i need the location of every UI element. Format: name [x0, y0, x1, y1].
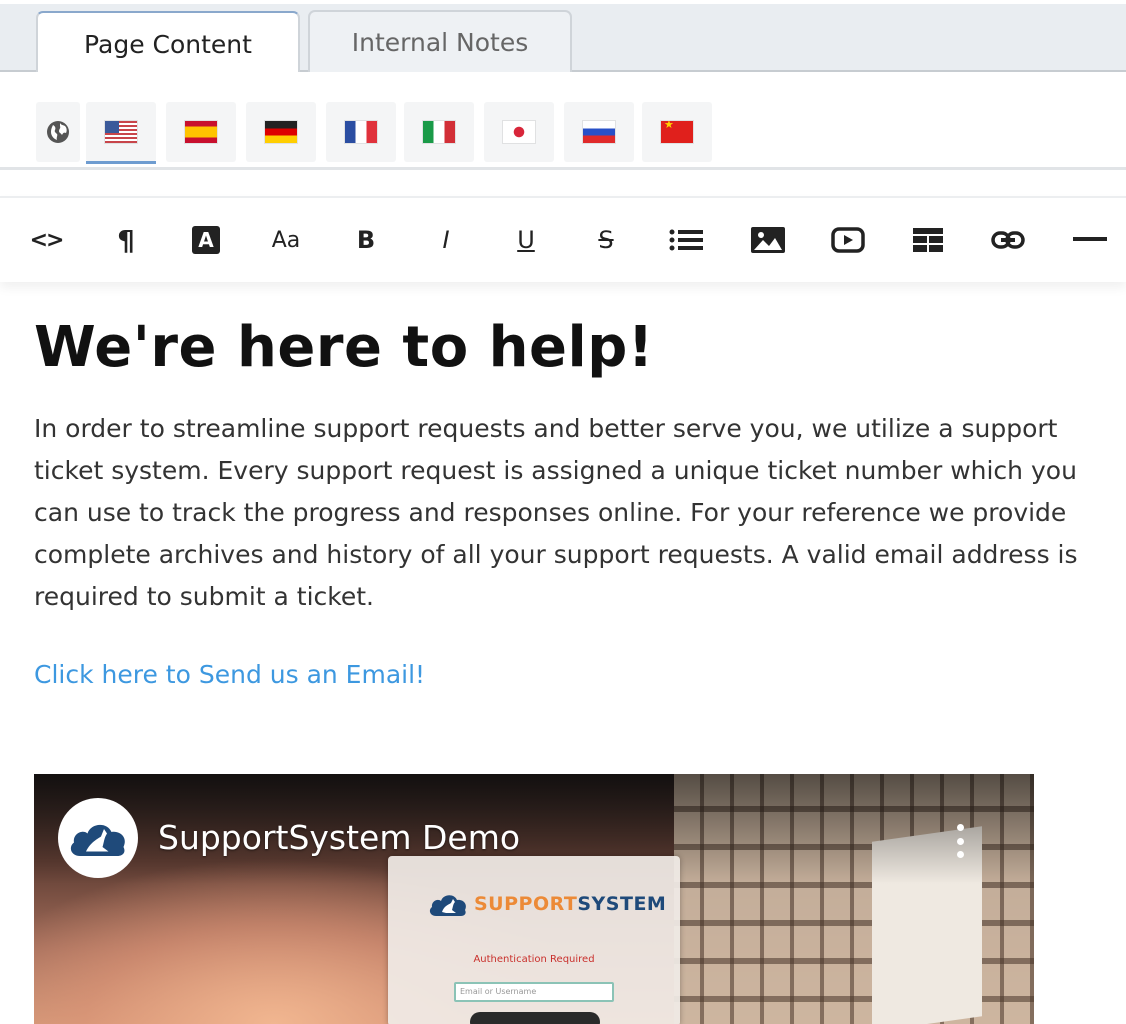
logo-text-system: SYSTEM — [577, 893, 667, 915]
cloud-kangaroo-icon — [429, 895, 466, 916]
horizontal-rule-icon — [1073, 237, 1107, 241]
cloud-kangaroo-icon — [70, 824, 125, 856]
page-heading: We're here to help! — [34, 315, 654, 380]
list-icon — [669, 229, 703, 251]
flag-de-icon — [265, 121, 297, 143]
strikethrough-icon: S — [598, 226, 614, 254]
bold-button[interactable]: B — [342, 216, 390, 264]
language-all[interactable] — [36, 102, 80, 162]
channel-avatar[interactable] — [58, 798, 138, 878]
tab-page-content[interactable]: Page Content — [36, 11, 300, 75]
language-ja[interactable] — [484, 102, 554, 162]
flag-it-icon — [423, 121, 455, 143]
image-button[interactable] — [744, 216, 792, 264]
image-icon — [751, 227, 785, 253]
auth-required-text: Authentication Required — [473, 954, 595, 965]
language-it[interactable] — [404, 102, 474, 162]
thumbnail-email-field: Email or Username — [454, 982, 614, 1002]
code-view-button[interactable]: <> — [22, 216, 70, 264]
language-selector — [0, 72, 1126, 170]
video-more-options-icon[interactable] — [948, 824, 972, 858]
tab-internal-notes[interactable]: Internal Notes — [308, 10, 572, 72]
globe-icon — [47, 121, 69, 143]
language-en[interactable] — [86, 102, 156, 164]
language-de[interactable] — [246, 102, 316, 162]
font-size-icon: Aa — [271, 227, 301, 253]
font-size-button[interactable]: Aa — [262, 216, 310, 264]
language-ru[interactable] — [564, 102, 634, 162]
link-icon — [991, 231, 1025, 249]
bold-icon: B — [356, 226, 376, 254]
strikethrough-button[interactable]: S — [582, 216, 630, 264]
text-color-button[interactable]: A — [182, 216, 230, 264]
underline-button[interactable]: U — [502, 216, 550, 264]
intro-paragraph: In order to streamline support requests … — [34, 414, 1078, 611]
table-button[interactable] — [904, 216, 952, 264]
send-email-link[interactable]: Click here to Send us an Email! — [34, 660, 425, 689]
video-title[interactable]: SupportSystem Demo — [158, 818, 520, 857]
flag-ru-icon — [583, 121, 615, 143]
italic-icon: I — [442, 226, 450, 254]
editor-content[interactable]: We're here to help! In order to streamli… — [34, 310, 1104, 689]
horizontal-rule-button[interactable] — [1066, 216, 1114, 264]
flag-cn-icon — [661, 121, 693, 143]
video-thumbnail-login-card: SUPPORTSYSTEM Authentication Required Em… — [388, 856, 680, 1024]
embedded-video[interactable]: SUPPORTSYSTEM Authentication Required Em… — [34, 774, 1034, 1024]
flag-es-icon — [185, 121, 217, 143]
text-color-icon: A — [192, 226, 220, 254]
supportsystem-logo: SUPPORTSYSTEM — [428, 890, 666, 918]
language-zh[interactable] — [642, 102, 712, 162]
list-button[interactable] — [662, 216, 710, 264]
flag-us-icon — [105, 121, 137, 143]
flag-fr-icon — [345, 121, 377, 143]
logo-text-support: SUPPORT — [474, 893, 578, 915]
table-icon — [913, 228, 943, 252]
editor-toolbar: <> ¶ A Aa B I U S — [0, 196, 1126, 282]
language-fr[interactable] — [326, 102, 396, 162]
code-view-icon: <> — [29, 227, 65, 253]
tab-bar: Page Content Internal Notes — [0, 4, 1126, 75]
underline-icon: U — [517, 226, 535, 254]
link-button[interactable] — [984, 216, 1032, 264]
flag-jp-icon — [503, 121, 535, 143]
thumbnail-login-button — [470, 1012, 600, 1024]
video-button[interactable] — [824, 216, 872, 264]
paragraph-button[interactable]: ¶ — [102, 216, 150, 264]
italic-button[interactable]: I — [422, 216, 470, 264]
video-icon — [831, 227, 865, 253]
language-es[interactable] — [166, 102, 236, 162]
paragraph-icon: ¶ — [117, 223, 135, 257]
